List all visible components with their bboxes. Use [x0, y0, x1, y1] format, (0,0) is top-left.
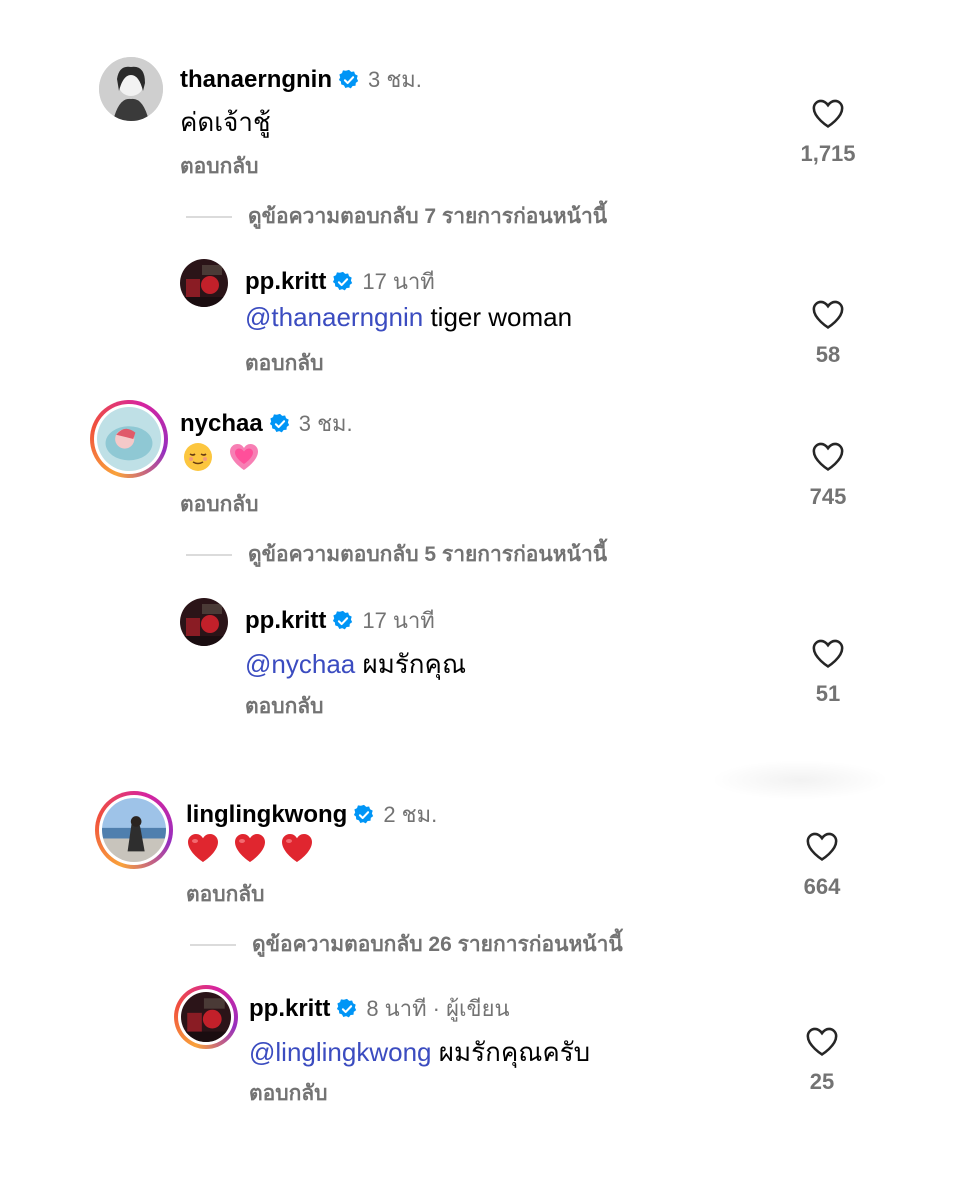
like-control: 51: [788, 637, 868, 707]
growing-heart-emoji-icon: [230, 444, 259, 471]
reply-button[interactable]: ตอบกลับ: [186, 878, 265, 911]
view-replies-label: ดูข้อความตอบกลับ 26 รายการก่อนหน้านี้: [252, 933, 623, 956]
heart-icon[interactable]: [805, 830, 839, 862]
timestamp: 3 ชม.: [368, 67, 422, 92]
heart-icon[interactable]: [811, 298, 845, 330]
reply-button[interactable]: ตอบกลับ: [180, 150, 259, 183]
like-control: 25: [782, 1025, 862, 1095]
comment-header: thanaerngnin 3 ชม.: [180, 62, 422, 97]
verified-badge-icon: [337, 998, 357, 1017]
view-previous-replies[interactable]: ดูข้อความตอบกลับ 5 รายการก่อนหน้านี้: [186, 538, 607, 571]
divider-line: [190, 943, 236, 946]
verified-badge-icon: [333, 271, 353, 290]
view-replies-label: ดูข้อความตอบกลับ 5 รายการก่อนหน้านี้: [248, 543, 608, 566]
red-heart-emoji-icon: [188, 834, 218, 863]
reply-header: pp.kritt 8 นาที · ผู้เขียน: [249, 991, 510, 1026]
reply-text: @nychaa ผมรักคุณ: [245, 644, 466, 685]
heart-icon[interactable]: [805, 1025, 839, 1057]
verified-badge-icon: [333, 610, 353, 629]
timestamp: 8 นาที · ผู้เขียน: [366, 996, 510, 1021]
timestamp: 2 ชม.: [383, 802, 438, 827]
reply-text: @linglingkwong ผมรักคุณครับ: [249, 1032, 590, 1073]
reply-header: pp.kritt 17 นาที: [245, 603, 435, 638]
timestamp: 3 ชม.: [298, 411, 353, 436]
mention-link[interactable]: @nychaa: [245, 649, 355, 679]
reply-button[interactable]: ตอบกลับ: [245, 347, 324, 380]
avatar-photo: [97, 407, 161, 471]
reply-avatar[interactable]: [180, 259, 228, 307]
like-count: 25: [809, 1069, 835, 1094]
reply-text: @thanaerngnin tiger woman: [245, 302, 572, 333]
avatar-photo: [181, 992, 231, 1042]
like-count: 745: [809, 484, 847, 509]
heart-icon[interactable]: [811, 637, 845, 669]
verified-badge-icon: [338, 69, 359, 88]
mention-link[interactable]: @thanaerngnin: [245, 302, 423, 332]
username[interactable]: linglingkwong: [186, 801, 347, 829]
divider-line: [186, 553, 232, 556]
like-control: 58: [788, 298, 868, 368]
reply-button[interactable]: ตอบกลับ: [180, 488, 259, 521]
timestamp: 17 นาที: [362, 269, 435, 294]
avatar[interactable]: [99, 57, 163, 121]
story-ring-avatar[interactable]: [90, 400, 168, 478]
like-control: 664: [782, 830, 862, 900]
view-replies-label: ดูข้อความตอบกลับ 7 รายการก่อนหน้านี้: [248, 205, 608, 228]
like-count: 58: [815, 342, 841, 367]
username[interactable]: pp.kritt: [249, 995, 330, 1023]
verified-badge-icon: [269, 413, 289, 432]
reply-body: ผมรักคุณ: [362, 649, 467, 679]
username[interactable]: pp.kritt: [245, 268, 326, 296]
username[interactable]: nychaa: [180, 410, 263, 438]
avatar-photo: [102, 798, 166, 862]
view-previous-replies[interactable]: ดูข้อความตอบกลับ 26 รายการก่อนหน้านี้: [190, 928, 623, 961]
heart-icon[interactable]: [811, 97, 845, 129]
comment-header: linglingkwong 2 ชม.: [186, 797, 437, 832]
divider-line: [186, 215, 232, 218]
mention-link[interactable]: @linglingkwong: [249, 1037, 432, 1067]
relieved-face-emoji-icon: [184, 443, 212, 472]
reply-avatar[interactable]: [180, 598, 228, 646]
timestamp: 17 นาที: [362, 608, 435, 633]
reply-body: tiger woman: [430, 302, 573, 332]
comment-text: [186, 831, 320, 864]
username[interactable]: thanaerngnin: [180, 66, 332, 94]
reply-header: pp.kritt 17 นาที: [245, 264, 435, 299]
view-previous-replies[interactable]: ดูข้อความตอบกลับ 7 รายการก่อนหน้านี้: [186, 200, 607, 233]
like-count: 664: [803, 874, 841, 899]
story-ring-avatar[interactable]: [95, 791, 173, 869]
comment-text: [183, 440, 260, 472]
like-count: 1,715: [800, 141, 856, 166]
reply-button[interactable]: ตอบกลับ: [245, 690, 324, 723]
avatar-photo: [180, 598, 228, 646]
comment-header: nychaa 3 ชม.: [180, 406, 353, 441]
reply-story-ring-avatar[interactable]: [174, 985, 238, 1049]
red-heart-emoji-icon: [235, 834, 266, 863]
avatar-photo: [99, 57, 163, 121]
reply-body: ผมรักคุณครับ: [438, 1037, 591, 1067]
avatar-photo: [180, 259, 228, 307]
heart-icon[interactable]: [811, 440, 845, 472]
like-control: 1,715: [788, 97, 868, 167]
verified-badge-icon: [354, 804, 374, 823]
username[interactable]: pp.kritt: [245, 607, 326, 635]
like-count: 51: [815, 681, 841, 706]
like-control: 745: [788, 440, 868, 510]
reply-button[interactable]: ตอบกลับ: [249, 1077, 328, 1110]
scroll-shadow: [710, 760, 890, 800]
comment-text: ค่ดเจ้าชู้: [180, 107, 271, 137]
red-heart-emoji-icon: [282, 834, 313, 863]
